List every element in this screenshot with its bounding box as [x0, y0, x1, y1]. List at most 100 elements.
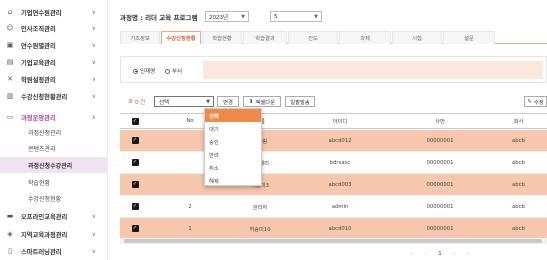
cell-id: bdrsasc	[329, 159, 351, 166]
tab-label: 학습현황	[212, 36, 232, 42]
status-action-select[interactable]: 선택 ▼	[154, 96, 214, 107]
column-header-label: 사번	[435, 119, 445, 125]
sidebar-subitem-label: 과정신청관리	[28, 129, 62, 137]
year-select-value: 2023년	[209, 14, 229, 21]
chart-icon: ▥	[6, 92, 14, 100]
checkbox[interactable]: ✓	[131, 137, 139, 144]
cell-emp: 00000001	[426, 203, 454, 210]
chevron-down-icon: ▼	[314, 13, 318, 20]
sidebar-subitem[interactable]: 콘텐츠관리	[0, 140, 108, 156]
sidebar-item[interactable]: ▣ 연수원별관리 ∨	[0, 36, 108, 54]
edit-button[interactable]: ✎ 수정	[524, 96, 547, 107]
sidebar-item[interactable]: ◈ 지역교육과정관리 ∨	[0, 225, 108, 243]
dropdown-option[interactable]: 승인	[205, 135, 261, 148]
table-row[interactable]: ✓VIP대리bdrsasc00000001abcb	[120, 152, 547, 174]
row-checkbox-cell[interactable]: ✓	[120, 174, 150, 195]
sidebar-item[interactable]: ☺ 인사조직관리 ∨	[0, 19, 108, 37]
table-header: ✓No이름아이디사번회사	[120, 113, 547, 129]
column-header-label: No	[186, 118, 194, 124]
radio-dot-icon	[165, 68, 170, 74]
search-input[interactable]	[203, 61, 543, 79]
tab[interactable]: 학습결과	[243, 31, 287, 44]
table-cell: abcd010	[290, 218, 390, 239]
sidebar-subitem[interactable]: 수강신청현황	[0, 190, 108, 206]
last-page-button[interactable]: »	[467, 251, 470, 257]
sidebar-item-label: 기업교육관리	[21, 59, 56, 67]
table-row[interactable]: ✓ 1 허승미10 abcd010 00000001 abcb	[120, 218, 547, 240]
cell-id: abcd003	[328, 181, 352, 188]
dropdown-option[interactable]: 해제	[205, 174, 261, 187]
tab[interactable]: 설문	[443, 31, 495, 44]
first-page-button[interactable]: «	[410, 251, 413, 257]
column-header: 사번	[390, 114, 490, 128]
tab-label: 시험	[412, 36, 422, 42]
apply-button[interactable]: 변경	[217, 96, 239, 107]
document-icon: ▤	[6, 58, 14, 66]
table-cell: 00000001	[390, 174, 490, 195]
row-checkbox-cell[interactable]: ✓	[120, 196, 150, 217]
year-select[interactable]: 2023년 ▼	[205, 11, 249, 22]
table-cell: abcb	[490, 130, 547, 151]
sidebar-item-label: 지역교육과정관리	[21, 231, 68, 239]
checkbox[interactable]: ✓	[131, 117, 139, 125]
course-header: 과정명 : 리더 교육 프로그램	[120, 11, 197, 23]
tab[interactable]: 진도	[288, 31, 338, 44]
sidebar-subitem[interactable]: 과정신청관리	[0, 124, 108, 140]
row-checkbox-cell[interactable]: ✓	[120, 130, 150, 151]
checkbox[interactable]: ✓	[131, 203, 139, 210]
tab-label: 과제	[360, 36, 370, 42]
table-row[interactable]: ✓ 2 관리자 admin 00000001 abcb	[120, 196, 547, 218]
prev-page-button[interactable]: ‹	[425, 251, 427, 257]
tab-label: 설문	[464, 36, 474, 42]
tab-label: 학습결과	[255, 36, 275, 42]
select-all-checkbox-cell[interactable]: ✓	[120, 114, 150, 128]
download-icon: ⬇	[249, 98, 254, 105]
sidebar-item[interactable]: ▥ 수강신청현황관리 ∨	[0, 87, 108, 105]
briefcase-icon: ▣	[6, 41, 14, 49]
table-cell: 2	[150, 196, 230, 217]
tab[interactable]: 학습현황	[202, 31, 242, 44]
tab[interactable]: 수강신청현황	[161, 31, 201, 44]
table-row[interactable]: ✓허승미3abcd00300000001abcb	[120, 174, 547, 196]
radio-dept[interactable]: 부서	[165, 67, 182, 75]
dropdown-option[interactable]: 선택	[205, 109, 261, 122]
current-page[interactable]: 1	[438, 251, 441, 257]
sidebar-item[interactable]: ▤ 기업교육관리 ∨	[0, 53, 108, 71]
excel-download-button[interactable]: ⬇ 엑셀다운	[243, 96, 281, 107]
checkbox[interactable]: ✓	[131, 159, 139, 166]
cell-no: 1	[188, 225, 192, 232]
sidebar-subitem-label: 수강신청현황	[28, 195, 62, 203]
bulk-send-button[interactable]: 일괄발송	[285, 96, 315, 107]
horizontal-scrollbar[interactable]	[120, 238, 547, 244]
sidebar-subitem[interactable]: 학습현황	[0, 174, 108, 190]
sidebar-subitem[interactable]: 과정신청수강관리	[0, 157, 108, 173]
sidebar-item[interactable]: ▬ 오프라인교육관리 ∨	[0, 207, 108, 225]
checkbox[interactable]: ✓	[131, 181, 139, 188]
selected-count-label: 0 건	[134, 100, 146, 106]
round-select[interactable]: 5 ▼	[270, 11, 322, 22]
row-checkbox-cell[interactable]: ✓	[120, 218, 150, 239]
table-row[interactable]: ✓정유림abcd01200000001abcb	[120, 130, 547, 152]
sidebar-item[interactable]: ▯ 스마트러닝관리 ∨	[0, 242, 108, 260]
tab[interactable]: 시험	[392, 31, 442, 44]
dropdown-option[interactable]: 대기	[205, 122, 261, 135]
tab[interactable]: 기초정보	[120, 31, 160, 44]
chevron-down-icon: ▼	[206, 98, 210, 105]
sidebar-item-label: 기업연수원관리	[21, 9, 62, 17]
sidebar-subitem-label: 콘텐츠관리	[28, 145, 56, 153]
next-page-button[interactable]: ›	[453, 251, 455, 257]
sidebar-item[interactable]: ✕ 학원설정관리 ∨	[0, 70, 108, 88]
tab[interactable]: 과제	[339, 31, 391, 44]
scrollbar-thumb[interactable]	[124, 239, 542, 243]
dropdown-option[interactable]: 반려	[205, 148, 261, 161]
radio-person[interactable]: 인재명	[133, 67, 155, 75]
cell-emp: 00000001	[426, 181, 454, 188]
dropdown-option[interactable]: 취소	[205, 161, 261, 174]
chevron-down-icon: ∨	[91, 212, 96, 220]
row-checkbox-cell[interactable]: ✓	[120, 152, 150, 173]
table-cell: 1	[150, 218, 230, 239]
tab-label: 수강신청현황	[166, 35, 196, 42]
checkbox[interactable]: ✓	[131, 225, 139, 232]
gear-icon: ⚙	[128, 99, 133, 105]
sidebar-item-label: 학원설정관리	[21, 76, 56, 84]
